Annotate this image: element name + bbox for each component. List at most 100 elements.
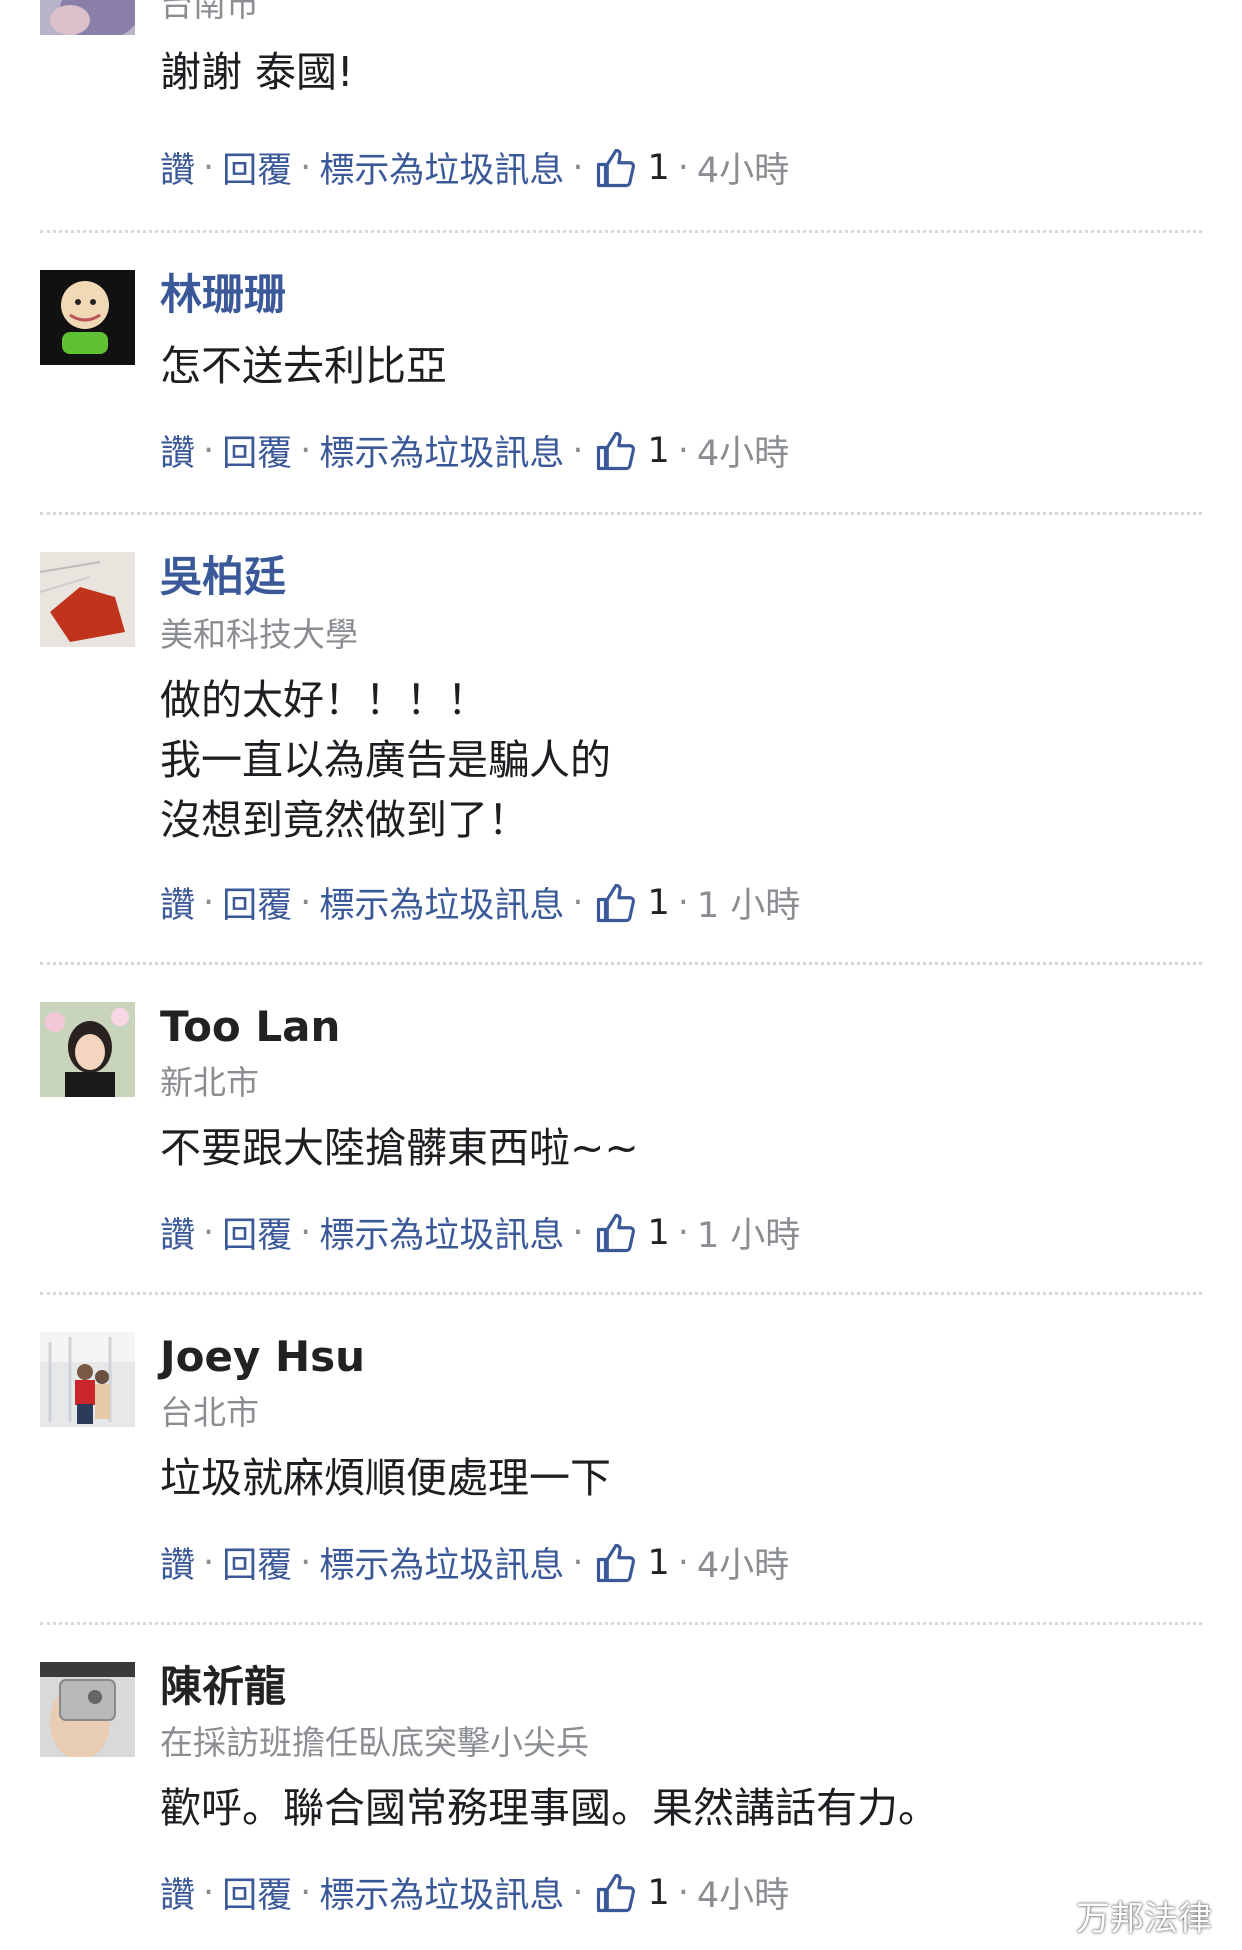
like-count: 1 (647, 430, 670, 471)
wechat-icon (1018, 1897, 1066, 1933)
mark-spam-link[interactable]: 標示為垃圾訊息 (319, 142, 564, 193)
divider (40, 512, 1202, 515)
comment-text-line: 謝謝 泰國! (160, 48, 354, 96)
separator: · (203, 1542, 215, 1583)
comment-text-line: 歡呼。聯合國常務理事國。果然講話有力。 (160, 1784, 939, 1832)
comment-actions: 讚 · 回覆 · 標示為垃圾訊息 · 1 · 4小時 (160, 142, 789, 193)
reply-link[interactable]: 回覆 (222, 1207, 292, 1258)
comment-text-line: 垃圾就麻煩順便處理一下 (160, 1454, 611, 1502)
thumbs-up-icon (597, 1213, 636, 1252)
mark-spam-link[interactable]: 標示為垃圾訊息 (319, 1867, 564, 1918)
like-count: 1 (647, 1212, 670, 1253)
comment-text: 垃圾就麻煩順便處理一下 (160, 1448, 611, 1510)
avatar[interactable] (40, 552, 135, 647)
timestamp[interactable]: 1 小時 (697, 877, 800, 928)
comment-actions: 讚 · 回覆 · 標示為垃圾訊息 · 1 · 4小時 (160, 425, 789, 476)
comment-text-line: 做的太好！！！！ (160, 676, 488, 724)
comment-location: 台南市 (160, 0, 259, 24)
avatar[interactable] (40, 270, 135, 365)
reply-link[interactable]: 回覆 (222, 425, 292, 476)
timestamp[interactable]: 1 小時 (697, 1207, 800, 1258)
divider (40, 230, 1202, 233)
timestamp[interactable]: 4小時 (697, 142, 789, 193)
comment-text: 做的太好！！！！ 我一直以為廣告是騙人的 沒想到竟然做到了！ (160, 670, 611, 850)
separator: · (203, 1212, 215, 1253)
separator: · (677, 882, 689, 923)
like-count: 1 (647, 882, 670, 923)
commenter-name[interactable]: 吳柏廷 (160, 552, 286, 602)
comment-text: 謝謝 泰國! (160, 42, 353, 104)
separator: · (677, 1542, 689, 1583)
commenter-name[interactable]: 林珊珊 (160, 270, 286, 320)
timestamp[interactable]: 4小時 (697, 1867, 789, 1918)
separator: · (572, 1542, 584, 1583)
separator: · (677, 430, 689, 471)
like-link[interactable]: 讚 (160, 425, 195, 476)
avatar[interactable] (40, 1662, 135, 1757)
comment-location: 新北市 (160, 1063, 259, 1102)
thumbs-up-icon (597, 883, 636, 922)
separator: · (300, 147, 312, 188)
commenter-name[interactable]: Too Lan (160, 1002, 340, 1052)
thumbs-up-icon (597, 1873, 636, 1912)
comment-text-line: 不要跟大陸搶髒東西啦~~ (160, 1124, 639, 1172)
comment-text-line: 我一直以為廣告是騙人的 (160, 736, 611, 784)
like-link[interactable]: 讚 (160, 1867, 195, 1918)
separator: · (300, 1212, 312, 1253)
separator: · (203, 147, 215, 188)
divider (40, 1292, 1202, 1295)
commenter-name[interactable]: 陳祈龍 (160, 1662, 286, 1712)
comment-actions: 讚 · 回覆 · 標示為垃圾訊息 · 1 · 1 小時 (160, 877, 800, 928)
comment-text-line: 怎不送去利比亞 (160, 342, 447, 390)
comment-location: 美和科技大學 (160, 615, 358, 654)
divider (40, 962, 1202, 965)
separator: · (677, 1212, 689, 1253)
separator: · (677, 1872, 689, 1913)
avatar[interactable] (40, 1002, 135, 1097)
like-count: 1 (647, 147, 670, 188)
comment-feed: 台南市 謝謝 泰國! 讚 · 回覆 · 標示為垃圾訊息 · 1 · 4小時 林珊… (0, 0, 1242, 1950)
separator: · (572, 147, 584, 188)
comment-location: 台北市 (160, 1393, 259, 1432)
like-count: 1 (647, 1872, 670, 1913)
reply-link[interactable]: 回覆 (222, 877, 292, 928)
separator: · (572, 1872, 584, 1913)
thumbs-up-icon (597, 431, 636, 470)
like-link[interactable]: 讚 (160, 1207, 195, 1258)
mark-spam-link[interactable]: 標示為垃圾訊息 (319, 425, 564, 476)
divider (40, 1622, 1202, 1625)
separator: · (203, 882, 215, 923)
mark-spam-link[interactable]: 標示為垃圾訊息 (319, 1207, 564, 1258)
comment-text-line: 沒想到竟然做到了！ (160, 796, 529, 844)
thumbs-up-icon (597, 148, 636, 187)
like-link[interactable]: 讚 (160, 1537, 195, 1588)
reply-link[interactable]: 回覆 (222, 1867, 292, 1918)
comment-actions: 讚 · 回覆 · 標示為垃圾訊息 · 1 · 4小時 (160, 1537, 789, 1588)
like-link[interactable]: 讚 (160, 142, 195, 193)
comment-actions: 讚 · 回覆 · 標示為垃圾訊息 · 1 · 1 小時 (160, 1207, 800, 1258)
separator: · (300, 1542, 312, 1583)
separator: · (300, 430, 312, 471)
mark-spam-link[interactable]: 標示為垃圾訊息 (319, 877, 564, 928)
reply-link[interactable]: 回覆 (222, 1537, 292, 1588)
avatar[interactable] (40, 0, 135, 35)
reply-link[interactable]: 回覆 (222, 142, 292, 193)
separator: · (572, 882, 584, 923)
separator: · (572, 1212, 584, 1253)
mark-spam-link[interactable]: 標示為垃圾訊息 (319, 1537, 564, 1588)
timestamp[interactable]: 4小時 (697, 425, 789, 476)
thumbs-up-icon (597, 1543, 636, 1582)
timestamp[interactable]: 4小時 (697, 1537, 789, 1588)
watermark-label: 万邦法律 (1076, 1899, 1212, 1939)
watermark: 万邦法律 (1018, 1891, 1212, 1940)
separator: · (677, 147, 689, 188)
separator: · (203, 1872, 215, 1913)
avatar[interactable] (40, 1332, 135, 1427)
comment-text: 不要跟大陸搶髒東西啦~~ (160, 1118, 639, 1180)
comment-text: 歡呼。聯合國常務理事國。果然講話有力。 (160, 1778, 939, 1840)
commenter-name[interactable]: Joey Hsu (160, 1332, 365, 1382)
like-count: 1 (647, 1542, 670, 1583)
separator: · (572, 430, 584, 471)
comment-actions: 讚 · 回覆 · 標示為垃圾訊息 · 1 · 4小時 (160, 1867, 789, 1918)
like-link[interactable]: 讚 (160, 877, 195, 928)
